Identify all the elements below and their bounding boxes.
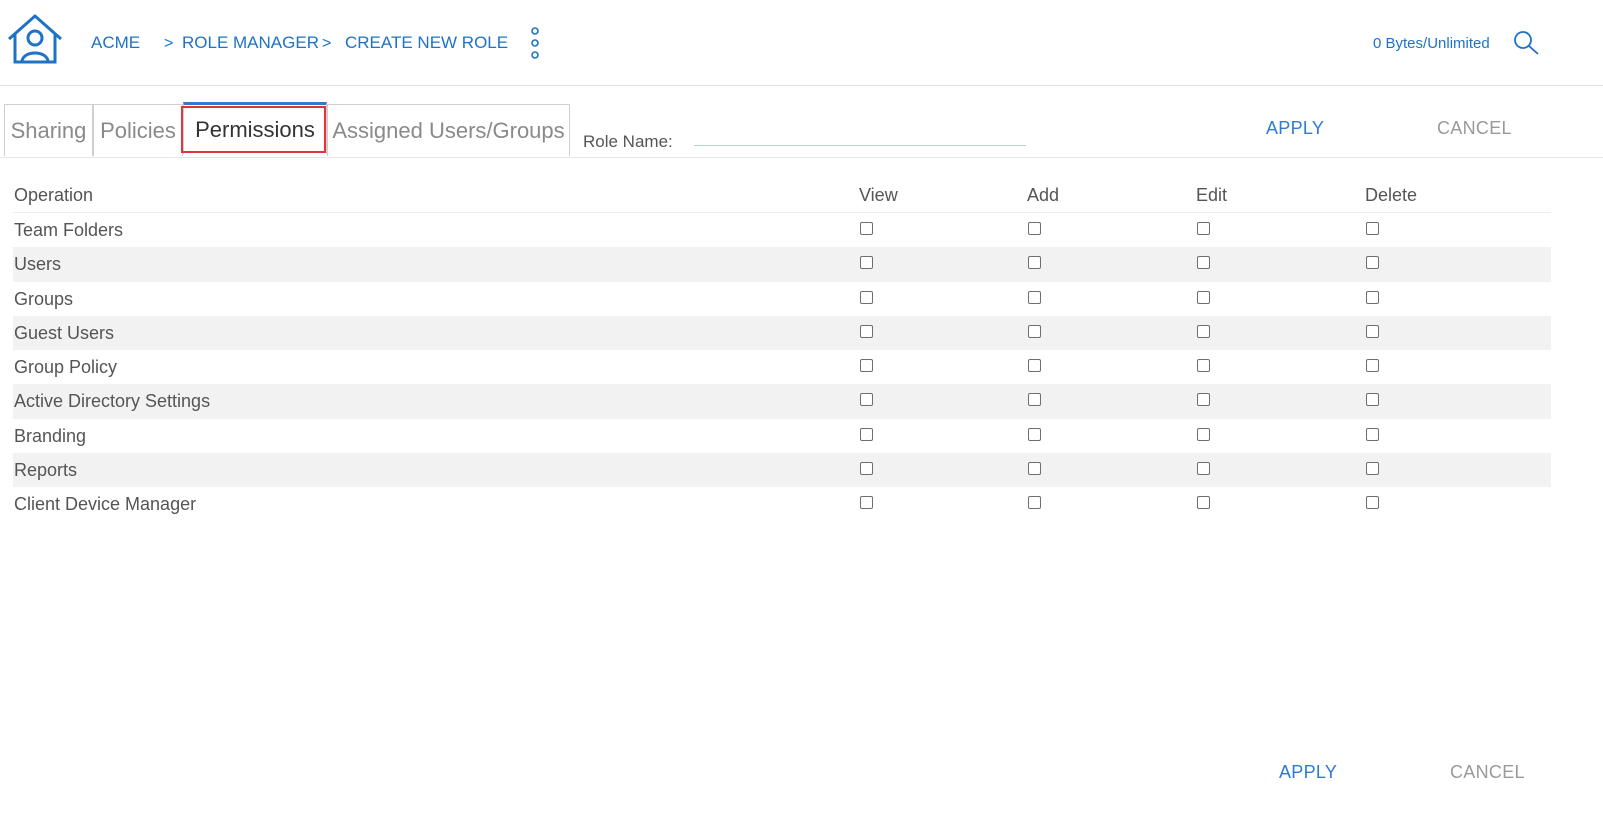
- permissions-table-body: Team Folders Users Groups Guest Users Gr…: [13, 213, 1551, 522]
- storage-usage: 0 Bytes/Unlimited: [1373, 35, 1490, 52]
- add-checkbox[interactable]: [1028, 324, 1041, 338]
- add-checkbox[interactable]: [1028, 359, 1041, 373]
- delete-checkbox[interactable]: [1366, 256, 1379, 270]
- view-checkbox[interactable]: [860, 462, 873, 476]
- add-checkbox[interactable]: [1028, 290, 1041, 304]
- breadcrumb-root[interactable]: ACME: [91, 33, 140, 53]
- view-checkbox[interactable]: [860, 359, 873, 373]
- apply-button-bottom[interactable]: APPLY: [1279, 762, 1337, 783]
- operation-label: Group Policy: [14, 357, 118, 378]
- view-checkbox[interactable]: [860, 393, 873, 407]
- column-header-edit: Edit: [1196, 185, 1228, 205]
- delete-checkbox[interactable]: [1366, 222, 1379, 235]
- operation-label: Branding: [14, 425, 87, 446]
- tab-permissions[interactable]: Permissions: [183, 102, 327, 154]
- edit-checkbox[interactable]: [1197, 496, 1210, 510]
- add-checkbox[interactable]: [1028, 256, 1041, 270]
- apply-button-top[interactable]: APPLY: [1266, 118, 1324, 139]
- tab-sharing[interactable]: Sharing: [4, 104, 93, 156]
- delete-checkbox[interactable]: [1366, 359, 1379, 373]
- tab-assigned-users-groups[interactable]: Assigned Users/Groups: [327, 104, 570, 156]
- breadcrumb-role-manager[interactable]: ROLE MANAGER: [182, 33, 319, 53]
- table-row: Team Folders: [13, 213, 1551, 247]
- edit-checkbox[interactable]: [1197, 290, 1210, 304]
- edit-checkbox[interactable]: [1197, 256, 1210, 270]
- edit-checkbox[interactable]: [1197, 427, 1210, 441]
- table-row: Reports: [13, 453, 1551, 488]
- tab-policies[interactable]: Policies: [93, 104, 183, 156]
- operation-label: Active Directory Settings: [14, 391, 211, 412]
- delete-checkbox[interactable]: [1366, 427, 1379, 441]
- add-checkbox[interactable]: [1028, 427, 1041, 441]
- column-header-view: View: [859, 185, 898, 205]
- top-bar: ACME > ROLE MANAGER > CREATE NEW ROLE 0 …: [0, 0, 1603, 86]
- operation-label: Groups: [14, 288, 74, 309]
- view-checkbox[interactable]: [860, 256, 873, 270]
- table-row: Client Device Manager: [13, 487, 1551, 521]
- operation-label: Users: [14, 254, 62, 275]
- edit-checkbox[interactable]: [1197, 359, 1210, 373]
- tabs-divider: [0, 157, 1603, 158]
- view-checkbox[interactable]: [860, 324, 873, 338]
- view-checkbox[interactable]: [860, 290, 873, 304]
- role-name-input[interactable]: [694, 125, 1026, 146]
- cancel-button-bottom[interactable]: CANCEL: [1450, 762, 1525, 783]
- vertical-dots-icon[interactable]: [528, 26, 542, 60]
- role-name-label: Role Name:: [583, 132, 673, 151]
- table-row: Group Policy: [13, 350, 1551, 384]
- breadcrumb-create-new-role: CREATE NEW ROLE: [345, 33, 509, 52]
- column-header-add: Add: [1027, 185, 1060, 205]
- delete-checkbox[interactable]: [1366, 324, 1379, 338]
- table-row: Branding: [13, 419, 1551, 453]
- operation-label: Guest Users: [14, 322, 115, 343]
- delete-checkbox[interactable]: [1366, 393, 1379, 407]
- cancel-button-top[interactable]: CANCEL: [1437, 118, 1512, 139]
- table-row: Active Directory Settings: [13, 384, 1551, 419]
- edit-checkbox[interactable]: [1197, 222, 1210, 235]
- table-row: Guest Users: [13, 315, 1551, 351]
- edit-checkbox[interactable]: [1197, 393, 1210, 407]
- breadcrumb-separator: >: [322, 35, 332, 52]
- delete-checkbox[interactable]: [1366, 290, 1379, 304]
- view-checkbox[interactable]: [860, 496, 873, 510]
- table-row: Groups: [13, 282, 1551, 316]
- column-header-operation: Operation: [14, 185, 94, 205]
- operation-label: Reports: [14, 460, 78, 481]
- table-row: Users: [13, 247, 1551, 282]
- add-checkbox[interactable]: [1028, 222, 1041, 235]
- edit-checkbox[interactable]: [1197, 462, 1210, 476]
- operation-label: Team Folders: [14, 220, 124, 240]
- view-checkbox[interactable]: [860, 427, 873, 441]
- delete-checkbox[interactable]: [1366, 462, 1379, 476]
- column-header-delete: Delete: [1365, 185, 1418, 205]
- operation-label: Client Device Manager: [14, 494, 197, 515]
- home-user-icon[interactable]: [5, 12, 65, 66]
- add-checkbox[interactable]: [1028, 496, 1041, 510]
- add-checkbox[interactable]: [1028, 393, 1041, 407]
- permissions-table-header: Operation View Add Edit Delete: [13, 180, 1551, 213]
- search-icon[interactable]: [1512, 29, 1540, 57]
- add-checkbox[interactable]: [1028, 462, 1041, 476]
- delete-checkbox[interactable]: [1366, 496, 1379, 510]
- breadcrumb-separator: >: [164, 35, 174, 52]
- view-checkbox[interactable]: [860, 222, 873, 235]
- edit-checkbox[interactable]: [1197, 324, 1210, 338]
